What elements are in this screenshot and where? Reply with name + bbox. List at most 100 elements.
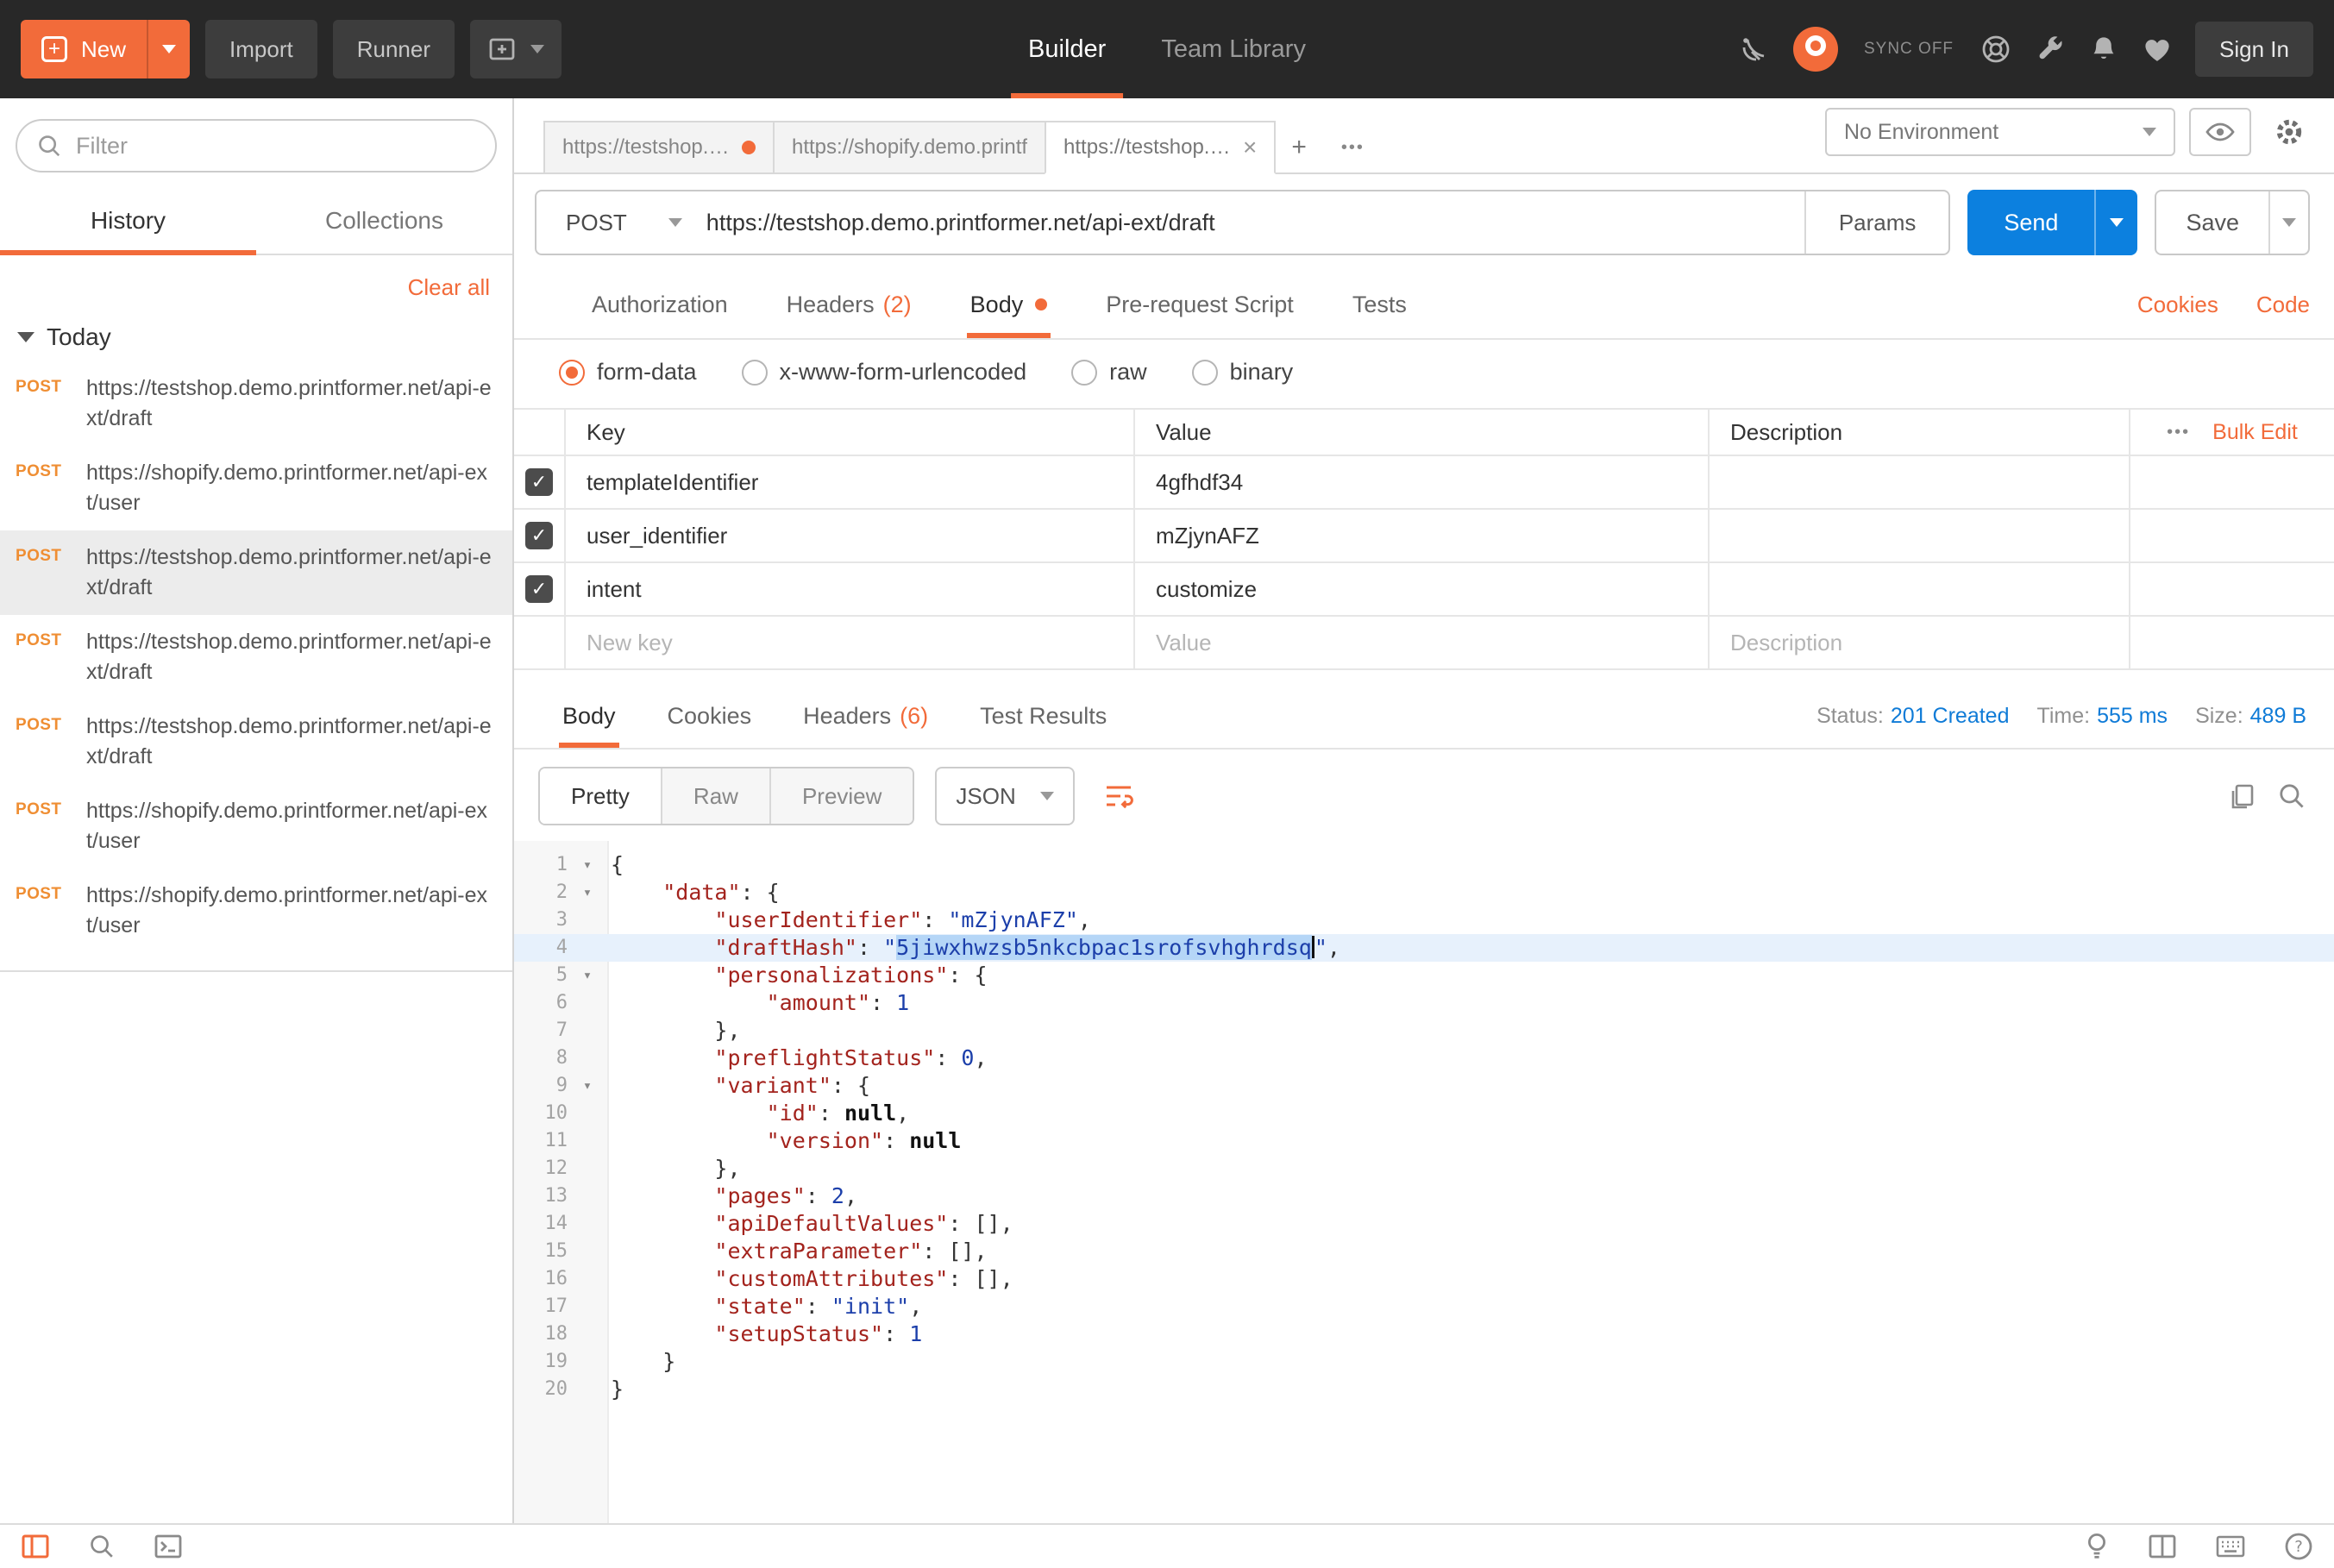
tab-tests[interactable]: Tests xyxy=(1352,271,1407,338)
response-tab-headers[interactable]: Headers (6) xyxy=(803,684,928,748)
kv-value[interactable]: mZjynAFZ xyxy=(1135,510,1710,561)
kv-description[interactable] xyxy=(1710,563,2130,615)
fold-caret-icon[interactable]: ▾ xyxy=(573,879,602,906)
new-window-button[interactable] xyxy=(470,20,562,78)
fold-caret-icon[interactable]: ▾ xyxy=(573,962,602,989)
code-line[interactable]: 15 "extraParameter": [], xyxy=(514,1238,2334,1265)
code-line[interactable]: 19 } xyxy=(514,1348,2334,1376)
settings-button[interactable] xyxy=(2265,108,2313,156)
help-icon[interactable] xyxy=(1980,33,2012,66)
checkbox-checked[interactable] xyxy=(525,575,553,603)
kv-key[interactable]: templateIdentifier xyxy=(566,456,1135,508)
kv-description[interactable] xyxy=(1710,510,2130,561)
body-mode-binary[interactable]: binary xyxy=(1192,359,1294,386)
history-item[interactable]: POST https://shopify.demo.printformer.ne… xyxy=(0,446,512,530)
history-group-today[interactable]: Today xyxy=(0,311,512,361)
checkbox-checked[interactable] xyxy=(525,522,553,549)
kv-value[interactable]: 4gfhdf34 xyxy=(1135,456,1710,508)
clear-all-link[interactable]: Clear all xyxy=(408,274,490,301)
code-line[interactable]: 11 "version": null xyxy=(514,1127,2334,1155)
nav-tab-team-library[interactable]: Team Library xyxy=(1133,0,1333,98)
code-line[interactable]: 6 "amount": 1 xyxy=(514,989,2334,1017)
tab-pre-request-script[interactable]: Pre-request Script xyxy=(1106,271,1294,338)
code-line[interactable]: 12 }, xyxy=(514,1155,2334,1182)
two-pane-icon[interactable] xyxy=(2148,1534,2177,1559)
search-response-icon[interactable] xyxy=(2277,781,2306,811)
code-line[interactable]: 17 "state": "init", xyxy=(514,1293,2334,1320)
response-tab-body[interactable]: Body xyxy=(562,684,616,748)
tab-headers[interactable]: Headers (2) xyxy=(787,271,912,338)
close-icon[interactable]: × xyxy=(1243,135,1257,160)
send-button[interactable]: Send xyxy=(1967,190,2094,255)
new-button[interactable]: + New xyxy=(21,20,147,78)
response-tab-cookies[interactable]: Cookies xyxy=(668,684,752,748)
code-line-highlighted[interactable]: 4 "draftHash": "5jiwxhwzsb5nkcbpac1srofs… xyxy=(514,934,2334,962)
cookies-link[interactable]: Cookies xyxy=(2137,292,2218,318)
view-raw-button[interactable]: Raw xyxy=(661,768,769,824)
bell-icon[interactable] xyxy=(2088,34,2119,65)
code-line[interactable]: 8 "preflightStatus": 0, xyxy=(514,1044,2334,1072)
wrench-icon[interactable] xyxy=(2035,34,2066,65)
nav-tab-builder[interactable]: Builder xyxy=(1001,0,1133,98)
tab-body[interactable]: Body xyxy=(970,271,1048,338)
save-button[interactable]: Save xyxy=(2156,191,2268,254)
kv-key[interactable]: intent xyxy=(566,563,1135,615)
code-line[interactable]: 14 "apiDefaultValues": [], xyxy=(514,1210,2334,1238)
toggle-sidebar-icon[interactable] xyxy=(21,1534,50,1559)
history-item[interactable]: POST https://shopify.demo.printformer.ne… xyxy=(0,784,512,869)
history-item[interactable]: POST https://testshop.demo.printformer.n… xyxy=(0,361,512,446)
new-description-input[interactable]: Description xyxy=(1710,617,2130,668)
checkbox-checked[interactable] xyxy=(525,468,553,496)
runner-button[interactable]: Runner xyxy=(333,20,455,78)
history-item[interactable]: POST https://shopify.demo.printformer.ne… xyxy=(0,869,512,953)
help-circle-icon[interactable]: ? xyxy=(2284,1532,2313,1561)
code-line[interactable]: 3 "userIdentifier": "mZjynAFZ", xyxy=(514,906,2334,934)
kv-value[interactable]: customize xyxy=(1135,563,1710,615)
body-mode-form-data[interactable]: form-data xyxy=(559,359,697,386)
bulk-edit-link[interactable]: Bulk Edit xyxy=(2212,420,2298,445)
heart-icon[interactable] xyxy=(2142,34,2173,64)
tab-authorization[interactable]: Authorization xyxy=(592,271,728,338)
body-mode-raw[interactable]: raw xyxy=(1071,359,1147,386)
code-line[interactable]: 18 "setupStatus": 1 xyxy=(514,1320,2334,1348)
view-pretty-button[interactable]: Pretty xyxy=(540,768,661,824)
body-mode-x-www-form-urlencoded[interactable]: x-www-form-urlencoded xyxy=(742,359,1027,386)
new-value-input[interactable]: Value xyxy=(1135,617,1710,668)
fold-caret-icon[interactable]: ▾ xyxy=(573,1072,602,1100)
code-line[interactable]: 13 "pages": 2, xyxy=(514,1182,2334,1210)
code-line[interactable]: 16 "customAttributes": [], xyxy=(514,1265,2334,1293)
response-body-viewer[interactable]: 1▾{2▾ "data": {3 "userIdentifier": "mZjy… xyxy=(514,841,2334,1523)
copy-icon[interactable] xyxy=(2227,781,2256,811)
fold-caret-icon[interactable]: ▾ xyxy=(573,851,602,879)
request-tab[interactable]: https://testshop.demo xyxy=(543,121,775,174)
code-link[interactable]: Code xyxy=(2256,292,2310,318)
method-selector[interactable]: POST xyxy=(536,191,706,254)
tab-overflow-button[interactable]: ••• xyxy=(1324,121,1382,174)
tab-history[interactable]: History xyxy=(0,191,256,254)
sign-in-button[interactable]: Sign In xyxy=(2195,22,2313,77)
add-tab-button[interactable]: + xyxy=(1274,121,1324,174)
request-tab-active[interactable]: https://testshop.demo × xyxy=(1045,121,1276,174)
url-input[interactable]: https://testshop.demo.printformer.net/ap… xyxy=(706,191,1804,254)
shortcuts-keyboard-icon[interactable] xyxy=(2215,1534,2246,1559)
code-line[interactable]: 5▾ "personalizations": { xyxy=(514,962,2334,989)
code-line[interactable]: 2▾ "data": { xyxy=(514,879,2334,906)
interceptor-icon[interactable] xyxy=(1738,33,1771,66)
history-item-selected[interactable]: POST https://testshop.demo.printformer.n… xyxy=(0,530,512,615)
tips-bulb-icon[interactable] xyxy=(2084,1532,2110,1561)
code-line[interactable]: 7 }, xyxy=(514,1017,2334,1044)
view-preview-button[interactable]: Preview xyxy=(769,768,913,824)
console-icon[interactable] xyxy=(154,1534,183,1559)
params-button[interactable]: Params xyxy=(1804,191,1949,254)
global-search-icon[interactable] xyxy=(88,1533,116,1560)
filter-input[interactable] xyxy=(76,133,476,160)
table-menu-icon[interactable]: ••• xyxy=(2167,423,2190,442)
kv-description[interactable] xyxy=(1710,456,2130,508)
tab-collections[interactable]: Collections xyxy=(256,191,512,254)
new-key-input[interactable]: New key xyxy=(566,617,1135,668)
code-line[interactable]: 1▾{ xyxy=(514,851,2334,879)
import-button[interactable]: Import xyxy=(205,20,317,78)
environment-quicklook-button[interactable] xyxy=(2189,108,2251,156)
environment-selector[interactable]: No Environment xyxy=(1825,108,2175,156)
request-tab[interactable]: https://shopify.demo.printf xyxy=(773,121,1046,174)
